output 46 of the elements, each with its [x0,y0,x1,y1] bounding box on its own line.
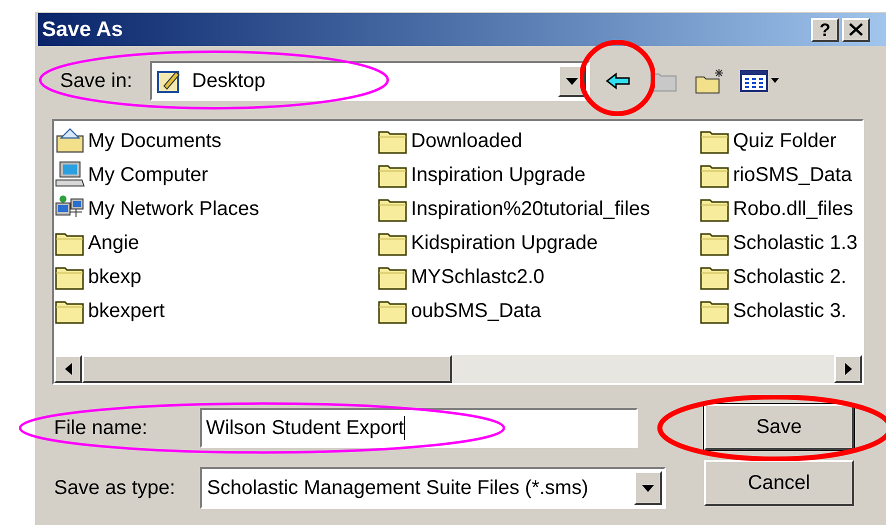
dropdown-button[interactable] [634,471,662,505]
scroll-right-button[interactable] [834,355,862,383]
file-item[interactable]: Scholastic 1.3 [700,226,862,260]
file-item[interactable]: Kidspiration Upgrade [378,226,700,260]
right-arrow-icon [844,363,852,375]
window-title: Save As [42,16,124,43]
file-item[interactable]: rioSMS_Data [700,158,862,192]
save-as-type-dropdown[interactable]: Scholastic Management Suite Files (*.sms) [200,467,666,509]
computer-icon [55,161,85,189]
left-arrow-icon [605,72,631,90]
file-item[interactable]: My Network Places [55,192,378,226]
file-item[interactable]: Downloaded [378,124,700,158]
new-folder-icon [695,68,725,94]
desktop-icon [156,68,182,94]
scroll-left-button[interactable] [54,355,82,383]
file-item[interactable]: Angie [55,226,378,260]
left-arrow-icon [64,363,72,375]
file-name-field[interactable]: Wilson Student Export [200,408,638,448]
save-in-dropdown[interactable]: Desktop [150,61,590,101]
file-item[interactable]: Scholastic 2. [700,260,862,294]
documents-folder-icon [55,128,85,154]
file-item[interactable]: Inspiration Upgrade [378,158,700,192]
file-item[interactable]: Quiz Folder [700,124,862,158]
save-button[interactable]: Save [704,404,854,450]
file-item[interactable]: My Computer [55,158,378,192]
file-item[interactable]: oubSMS_Data [378,294,700,328]
view-menu-icon [740,70,780,92]
save-as-type-label: Save as type: [54,476,176,501]
file-item[interactable]: Robo.dll_files [700,192,862,226]
close-button[interactable] [842,18,870,42]
file-item[interactable]: Inspiration%20tutorial_files [378,192,700,226]
file-item[interactable]: Scholastic 3. [700,294,862,328]
close-icon [849,23,863,36]
save-in-value: Desktop [192,69,266,94]
horizontal-scrollbar[interactable] [54,355,862,383]
caret-icon [566,78,578,84]
scrollbar-thumb[interactable] [82,355,452,383]
file-item[interactable]: bkexp [55,260,378,294]
file-name-label: File name: [54,416,148,441]
cancel-button[interactable]: Cancel [704,460,854,506]
help-button[interactable]: ? [811,18,839,42]
file-item[interactable]: bkexpert [55,294,378,328]
file-item[interactable]: My Documents [55,124,378,158]
file-item[interactable]: MYSchlastc2.0 [378,260,700,294]
caret-icon [642,484,654,492]
save-in-label: Save in: [60,69,134,94]
